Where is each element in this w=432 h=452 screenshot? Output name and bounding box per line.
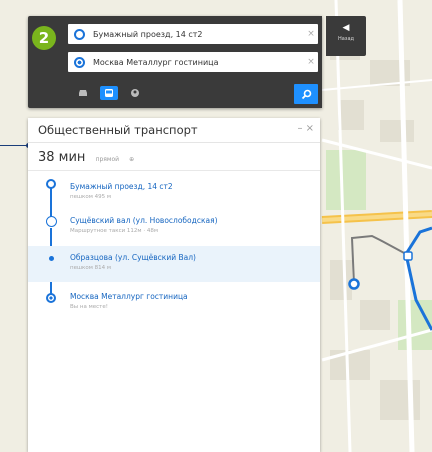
route-stop[interactable]: Образцова (ул. Сущёвский Вал) пешком 814…: [28, 246, 320, 282]
car-icon: [79, 90, 87, 96]
stop-sub: пешком 814 м: [70, 265, 111, 271]
origin-pin-icon: [74, 28, 85, 40]
route-panel: Общественный транспорт – × 38 мин прямой…: [28, 118, 320, 452]
logo: 2: [32, 26, 56, 50]
route-duration: 38 мин прямой ⊕: [38, 150, 134, 165]
stop-sub: Маршрутное такси 112м · 48м: [70, 228, 158, 234]
search-button[interactable]: [294, 84, 318, 104]
transport-modes: [74, 86, 144, 100]
to-field[interactable]: Москва Металлург гостиница ×: [68, 52, 318, 72]
walk-icon: [131, 89, 139, 97]
bus-stop-icon: [45, 216, 57, 227]
destination-pin-icon: [74, 56, 85, 68]
route-stop[interactable]: Бумажный проезд, 14 ст2 пешком 495 м: [28, 174, 320, 208]
bus-mode-button[interactable]: [100, 86, 118, 100]
transfer-dot-icon: [48, 256, 54, 261]
start-marker-icon: [46, 179, 56, 189]
stop-name[interactable]: Бумажный проезд, 14 ст2: [70, 182, 173, 191]
route-stop[interactable]: Сущёвский вал (ул. Новослободская) Маршр…: [28, 210, 320, 244]
from-field[interactable]: Бумажный проезд, 14 ст2 ×: [68, 24, 318, 44]
divider: [28, 170, 320, 171]
back-button-label: Назад: [337, 36, 354, 42]
stop-sub: пешком 495 м: [70, 194, 111, 200]
stop-name[interactable]: Образцова (ул. Сущёвский Вал): [70, 253, 196, 262]
back-arrow-icon: ◀: [342, 23, 350, 33]
leader-line: [0, 145, 28, 146]
walk-mode-button[interactable]: [126, 86, 144, 100]
from-input[interactable]: Бумажный проезд, 14 ст2: [93, 30, 304, 39]
route-panel-title: Общественный транспорт: [38, 123, 198, 137]
stop-name[interactable]: Сущёвский вал (ул. Новослободская): [70, 216, 218, 225]
panel-window-controls[interactable]: – ×: [297, 123, 314, 134]
clear-from-icon[interactable]: ×: [304, 29, 318, 39]
route-stop[interactable]: Москва Металлург гостиница Вы на месте!: [28, 284, 320, 318]
direct-icon: ⊕: [129, 156, 135, 163]
search-icon: [301, 89, 311, 99]
clear-to-icon[interactable]: ×: [304, 57, 318, 67]
back-button[interactable]: ◀ Назад: [326, 16, 366, 56]
route-panel-header: Общественный транспорт – ×: [28, 118, 320, 143]
car-mode-button[interactable]: [74, 86, 92, 100]
stop-name[interactable]: Москва Металлург гостиница: [70, 292, 188, 301]
end-marker-icon: [46, 293, 56, 303]
to-input[interactable]: Москва Металлург гостиница: [93, 58, 304, 67]
direct-label: прямой: [95, 156, 120, 163]
search-panel: 2 Бумажный проезд, 14 ст2 × ⇅ Москва Мет…: [28, 16, 322, 108]
stop-sub: Вы на месте!: [70, 304, 108, 310]
duration-value: 38 мин: [38, 150, 86, 165]
bus-icon: [105, 89, 113, 97]
